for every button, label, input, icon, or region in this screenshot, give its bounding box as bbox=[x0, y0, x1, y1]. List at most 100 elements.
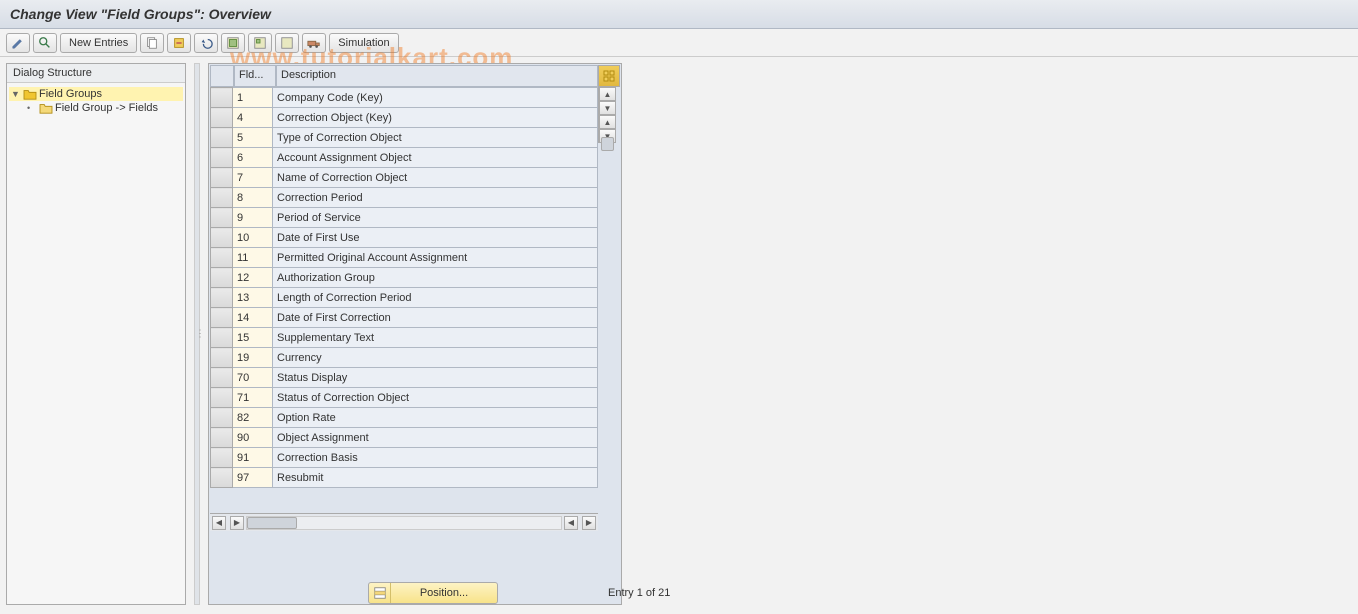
table-row[interactable]: 12Authorization Group bbox=[211, 268, 598, 288]
cell-description[interactable]: Correction Period bbox=[273, 188, 598, 208]
cell-description[interactable]: Authorization Group bbox=[273, 268, 598, 288]
row-selector[interactable] bbox=[211, 468, 233, 488]
row-selector[interactable] bbox=[211, 248, 233, 268]
cell-fld[interactable]: 91 bbox=[233, 448, 273, 468]
cell-description[interactable]: Correction Basis bbox=[273, 448, 598, 468]
table-row[interactable]: 8Correction Period bbox=[211, 188, 598, 208]
cell-description[interactable]: Status of Correction Object bbox=[273, 388, 598, 408]
cell-fld[interactable]: 82 bbox=[233, 408, 273, 428]
row-selector[interactable] bbox=[211, 408, 233, 428]
row-selector[interactable] bbox=[211, 88, 233, 108]
tree-item-field-groups[interactable]: ▼ Field Groups bbox=[9, 87, 183, 101]
scrollbar-thumb[interactable] bbox=[247, 517, 297, 529]
column-header-fld[interactable]: Fld... bbox=[234, 65, 276, 87]
position-button[interactable]: Position... bbox=[368, 582, 498, 604]
table-row[interactable]: 97Resubmit bbox=[211, 468, 598, 488]
cell-fld[interactable]: 90 bbox=[233, 428, 273, 448]
cell-description[interactable]: Option Rate bbox=[273, 408, 598, 428]
column-header-description[interactable]: Description bbox=[276, 65, 598, 87]
new-entries-button[interactable]: New Entries bbox=[60, 33, 137, 53]
table-row[interactable]: 9Period of Service bbox=[211, 208, 598, 228]
row-selector[interactable] bbox=[211, 128, 233, 148]
table-row[interactable]: 11Permitted Original Account Assignment bbox=[211, 248, 598, 268]
select-block-button[interactable] bbox=[248, 33, 272, 53]
transport-button[interactable] bbox=[302, 33, 326, 53]
cell-description[interactable]: Supplementary Text bbox=[273, 328, 598, 348]
select-all-button[interactable] bbox=[221, 33, 245, 53]
cell-fld[interactable]: 11 bbox=[233, 248, 273, 268]
table-row[interactable]: 15Supplementary Text bbox=[211, 328, 598, 348]
row-selector[interactable] bbox=[211, 308, 233, 328]
scroll-left-step-icon[interactable]: ◀ bbox=[564, 516, 578, 530]
row-selector[interactable] bbox=[211, 168, 233, 188]
cell-fld[interactable]: 6 bbox=[233, 148, 273, 168]
scrollbar-thumb[interactable] bbox=[601, 137, 614, 151]
cell-fld[interactable]: 15 bbox=[233, 328, 273, 348]
delete-button[interactable] bbox=[167, 33, 191, 53]
configure-columns-button[interactable] bbox=[598, 65, 620, 87]
table-row[interactable]: 71Status of Correction Object bbox=[211, 388, 598, 408]
table-row[interactable]: 6Account Assignment Object bbox=[211, 148, 598, 168]
cell-fld[interactable]: 8 bbox=[233, 188, 273, 208]
cell-fld[interactable]: 10 bbox=[233, 228, 273, 248]
row-selector[interactable] bbox=[211, 108, 233, 128]
table-row[interactable]: 70Status Display bbox=[211, 368, 598, 388]
row-selector[interactable] bbox=[211, 348, 233, 368]
table-row[interactable]: 14Date of First Correction bbox=[211, 308, 598, 328]
table-row[interactable]: 10Date of First Use bbox=[211, 228, 598, 248]
table-row[interactable]: 91Correction Basis bbox=[211, 448, 598, 468]
deselect-all-button[interactable] bbox=[275, 33, 299, 53]
horizontal-scrollbar[interactable]: ◀ ▶ ◀ ▶ bbox=[210, 513, 598, 531]
scroll-right-step-icon[interactable]: ▶ bbox=[230, 516, 244, 530]
undo-button[interactable] bbox=[194, 33, 218, 53]
cell-fld[interactable]: 70 bbox=[233, 368, 273, 388]
table-row[interactable]: 13Length of Correction Period bbox=[211, 288, 598, 308]
cell-description[interactable]: Currency bbox=[273, 348, 598, 368]
cell-fld[interactable]: 7 bbox=[233, 168, 273, 188]
scroll-down-step-icon[interactable]: ▼ bbox=[599, 101, 616, 115]
cell-description[interactable]: Correction Object (Key) bbox=[273, 108, 598, 128]
cell-fld[interactable]: 4 bbox=[233, 108, 273, 128]
cell-description[interactable]: Date of First Use bbox=[273, 228, 598, 248]
cell-description[interactable]: Company Code (Key) bbox=[273, 88, 598, 108]
cell-description[interactable]: Name of Correction Object bbox=[273, 168, 598, 188]
cell-fld[interactable]: 97 bbox=[233, 468, 273, 488]
table-row[interactable]: 7Name of Correction Object bbox=[211, 168, 598, 188]
cell-fld[interactable]: 14 bbox=[233, 308, 273, 328]
tree-item-field-group-fields[interactable]: • Field Group -> Fields bbox=[9, 101, 183, 115]
row-selector[interactable] bbox=[211, 268, 233, 288]
row-selector[interactable] bbox=[211, 328, 233, 348]
cell-fld[interactable]: 1 bbox=[233, 88, 273, 108]
cell-description[interactable]: Account Assignment Object bbox=[273, 148, 598, 168]
scroll-up-step-icon[interactable]: ▲ bbox=[599, 115, 616, 129]
cell-description[interactable]: Status Display bbox=[273, 368, 598, 388]
row-selector[interactable] bbox=[211, 228, 233, 248]
cell-description[interactable]: Period of Service bbox=[273, 208, 598, 228]
table-row[interactable]: 82Option Rate bbox=[211, 408, 598, 428]
table-row[interactable]: 1Company Code (Key) bbox=[211, 88, 598, 108]
cell-description[interactable]: Date of First Correction bbox=[273, 308, 598, 328]
cell-description[interactable]: Type of Correction Object bbox=[273, 128, 598, 148]
cell-description[interactable]: Length of Correction Period bbox=[273, 288, 598, 308]
splitter[interactable] bbox=[194, 63, 200, 605]
scroll-up-icon[interactable]: ▲ bbox=[599, 87, 616, 101]
cell-fld[interactable]: 71 bbox=[233, 388, 273, 408]
row-selector[interactable] bbox=[211, 388, 233, 408]
row-selector[interactable] bbox=[211, 148, 233, 168]
cell-fld[interactable]: 13 bbox=[233, 288, 273, 308]
row-selector[interactable] bbox=[211, 208, 233, 228]
scrollbar-track[interactable] bbox=[246, 516, 562, 530]
row-selector[interactable] bbox=[211, 448, 233, 468]
row-selector[interactable] bbox=[211, 288, 233, 308]
change-display-button[interactable] bbox=[6, 33, 30, 53]
row-selector[interactable] bbox=[211, 368, 233, 388]
table-row[interactable]: 5Type of Correction Object bbox=[211, 128, 598, 148]
vertical-scrollbar[interactable]: ▲ ▼ ▲ ▼ bbox=[598, 87, 616, 143]
table-row[interactable]: 4Correction Object (Key) bbox=[211, 108, 598, 128]
row-selector[interactable] bbox=[211, 428, 233, 448]
cell-fld[interactable]: 9 bbox=[233, 208, 273, 228]
cell-description[interactable]: Resubmit bbox=[273, 468, 598, 488]
cell-fld[interactable]: 19 bbox=[233, 348, 273, 368]
copy-button[interactable] bbox=[140, 33, 164, 53]
table-row[interactable]: 90Object Assignment bbox=[211, 428, 598, 448]
